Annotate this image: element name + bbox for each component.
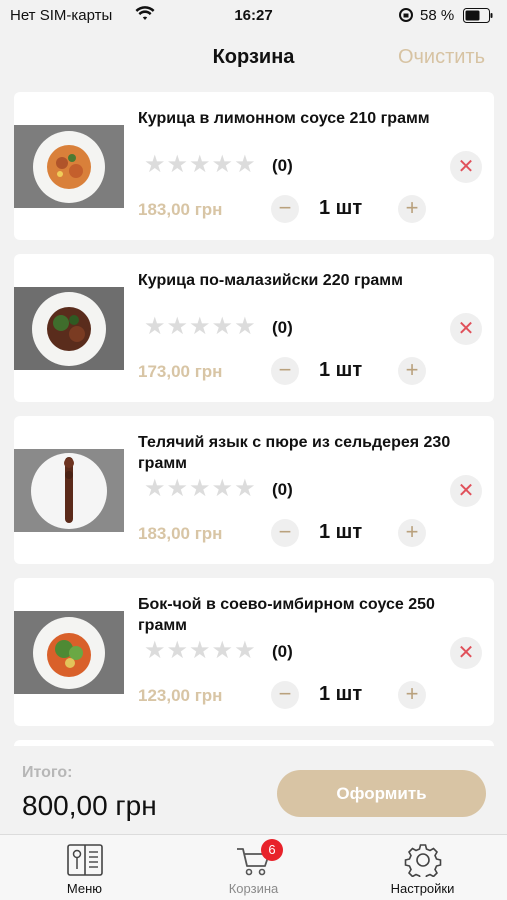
rating-count: (0) [272,318,293,337]
nav-bar: Корзина Очистить [0,34,507,84]
cart-item: Бок-чой в соево-имбирном соусе 250 грамм… [14,578,494,726]
star-icon[interactable]: ★ [144,638,166,664]
total-label: Итого: [22,764,73,781]
cart-item-partial [14,740,494,746]
star-icon[interactable]: ★ [189,638,211,664]
cart-item: Курица в лимонном соусе 210 грамм ★ ★ ★ ★ ★ … [14,92,494,240]
minus-icon: − [278,681,292,706]
minus-icon: − [278,357,292,382]
product-name: Телячий язык с пюре из сельдерея 230 гра… [138,434,451,472]
tab-label: Корзина [228,881,279,896]
product-name: Бок-чой в соево-имбирном соусе 250 грамм [138,596,435,634]
close-icon: ✕ [457,642,475,664]
product-price: 123,00 грн [138,686,223,705]
decrease-quantity-button[interactable]: − [271,195,299,223]
quantity-value: 1 шт [319,359,363,381]
star-icon[interactable]: ★ [212,638,234,664]
rating-stars[interactable]: ★ ★ ★ ★ ★ [144,152,256,178]
battery-icon [463,8,493,27]
quantity-value: 1 шт [319,197,363,219]
rating-stars[interactable]: ★ ★ ★ ★ ★ [144,638,256,664]
remove-item-button[interactable]: ✕ [450,475,482,507]
minus-icon: − [278,195,292,220]
order-summary: Итого: 800,00 грн Оформить [0,748,507,834]
close-icon: ✕ [457,318,475,340]
plus-icon: + [405,681,419,706]
rating-stars[interactable]: ★ ★ ★ ★ ★ [144,476,256,502]
checkout-button[interactable]: Оформить [277,770,486,817]
tab-settings[interactable]: Настройки [338,835,507,900]
remove-item-button[interactable]: ✕ [450,151,482,183]
star-icon[interactable]: ★ [167,638,189,664]
minus-icon: − [278,519,292,544]
product-image [14,287,124,370]
cart-badge: 6 [261,839,283,861]
cart-list[interactable]: Курица в лимонном соусе 210 грамм ★ ★ ★ ★ ★ … [14,92,494,746]
close-icon: ✕ [457,156,475,178]
star-icon[interactable]: ★ [189,152,211,178]
star-icon[interactable]: ★ [167,314,189,340]
product-price: 173,00 грн [138,362,223,381]
star-icon[interactable]: ★ [212,314,234,340]
product-price: 183,00 грн [138,524,223,543]
tab-bar: Меню 6 Корзина Настройки [0,834,507,900]
star-icon[interactable]: ★ [189,314,211,340]
cart-item: Телячий язык с пюре из сельдерея 230 гра… [14,416,494,564]
quantity-value: 1 шт [319,521,363,543]
plus-icon: + [405,357,419,382]
product-image [14,611,124,694]
rating-stars[interactable]: ★ ★ ★ ★ ★ [144,314,256,340]
star-icon[interactable]: ★ [167,476,189,502]
rating-count: (0) [272,642,293,661]
decrease-quantity-button[interactable]: − [271,519,299,547]
star-icon[interactable]: ★ [167,152,189,178]
tab-menu[interactable]: Меню [0,835,169,900]
gear-icon [404,843,442,881]
menu-book-icon [66,843,104,877]
star-icon[interactable]: ★ [234,638,256,664]
status-bar: Нет SIM-карты 16:27 58 % [0,0,507,34]
plus-icon: + [405,519,419,544]
plus-icon: + [405,195,419,220]
total-value: 800,00 грн [22,790,157,821]
tab-label: Настройки [390,881,455,896]
star-icon[interactable]: ★ [234,476,256,502]
star-icon[interactable]: ★ [212,476,234,502]
quantity-value: 1 шт [319,683,363,705]
product-price: 183,00 грн [138,200,223,219]
remove-item-button[interactable]: ✕ [450,313,482,345]
increase-quantity-button[interactable]: + [398,681,426,709]
remove-item-button[interactable]: ✕ [450,637,482,669]
star-icon[interactable]: ★ [144,314,166,340]
product-name: Курица по-малазийски 220 грамм [138,272,403,289]
cart-item: Курица по-малазийски 220 грамм ★ ★ ★ ★ ★ (0)… [14,254,494,402]
star-icon[interactable]: ★ [144,476,166,502]
rating-count: (0) [272,480,293,499]
product-name: Курица в лимонном соусе 210 грамм [138,110,430,127]
product-image [14,125,124,208]
increase-quantity-button[interactable]: + [398,195,426,223]
decrease-quantity-button[interactable]: − [271,681,299,709]
star-icon[interactable]: ★ [234,152,256,178]
tab-label: Меню [66,881,103,896]
product-image [14,449,124,532]
orientation-lock-icon [398,6,414,28]
increase-quantity-button[interactable]: + [398,357,426,385]
battery-percent: 58 % [420,7,455,24]
decrease-quantity-button[interactable]: − [271,357,299,385]
clear-cart-button[interactable]: Очистить [398,46,485,69]
star-icon[interactable]: ★ [212,152,234,178]
star-icon[interactable]: ★ [144,152,166,178]
star-icon[interactable]: ★ [189,476,211,502]
close-icon: ✕ [457,480,475,502]
increase-quantity-button[interactable]: + [398,519,426,547]
star-icon[interactable]: ★ [234,314,256,340]
rating-count: (0) [272,156,293,175]
tab-cart[interactable]: 6 Корзина [169,835,338,900]
